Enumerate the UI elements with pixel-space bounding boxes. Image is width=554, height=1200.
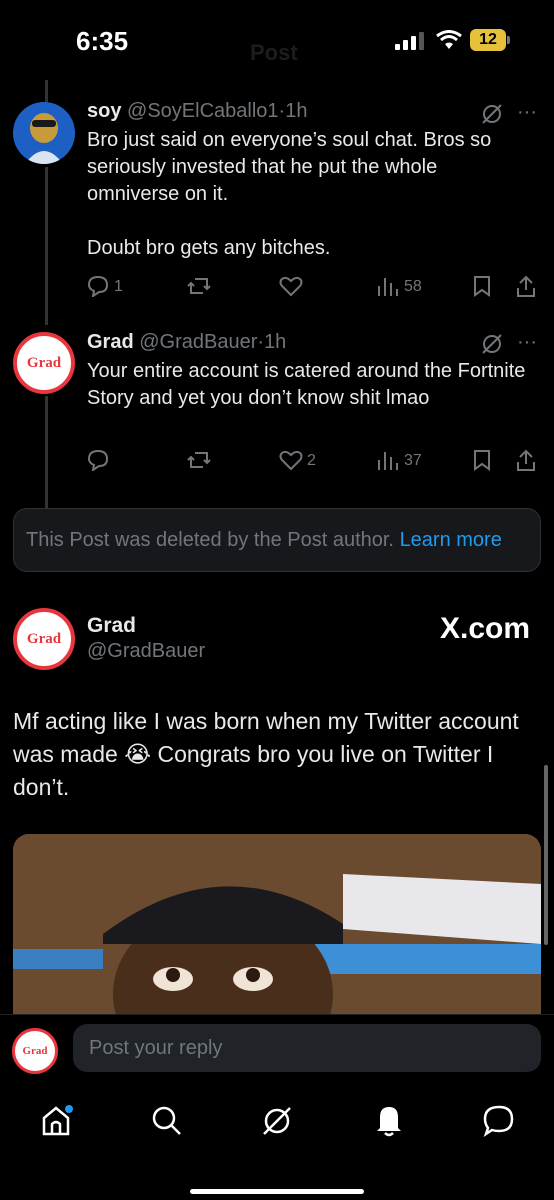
author-name[interactable]: Grad: [87, 331, 134, 353]
author-name[interactable]: soy: [87, 100, 121, 122]
tweet-text: Bro just said on everyone’s soul chat. B…: [87, 129, 492, 259]
x-com-brand: X.com: [439, 612, 530, 645]
reply-input[interactable]: Post your reply: [73, 1024, 541, 1072]
thread-line: [45, 80, 48, 102]
views-icon[interactable]: [377, 449, 399, 471]
tweet-reply-grad[interactable]: Grad Grad @GradBauer·1h ··· Your entire …: [0, 330, 554, 490]
repost-icon[interactable]: [187, 449, 211, 471]
tweet-text: Your entire account is catered around th…: [87, 360, 526, 409]
views-count: 37: [404, 452, 422, 469]
thread-line: [45, 167, 48, 325]
author-handle[interactable]: @SoyElCaballo1: [127, 100, 279, 122]
more-options-icon[interactable]: ···: [515, 330, 539, 354]
faded-header-title: Post: [250, 40, 298, 65]
avatar-logo-text: Grad: [26, 354, 62, 371]
wifi-icon: [436, 30, 462, 49]
share-icon[interactable]: [515, 274, 537, 298]
share-icon[interactable]: [515, 448, 537, 472]
quote-author-name[interactable]: Grad: [87, 614, 136, 638]
grok-icon[interactable]: [481, 103, 503, 125]
avatar[interactable]: [13, 102, 75, 164]
grok-icon[interactable]: [260, 1104, 294, 1138]
like-icon[interactable]: [279, 275, 303, 297]
home-icon[interactable]: [40, 1104, 74, 1138]
thread-line: [45, 396, 48, 508]
quote-author-handle[interactable]: @GradBauer: [87, 640, 205, 663]
signal-icon: [395, 32, 424, 50]
avatar-logo-text: Grad: [22, 1045, 48, 1057]
deleted-post-notice: This Post was deleted by the Post author…: [13, 508, 541, 572]
bookmark-icon[interactable]: [472, 449, 492, 471]
tweet-reply-soy[interactable]: soy @SoyElCaballo1·1h ··· Bro just said …: [0, 100, 554, 310]
more-options-icon[interactable]: ···: [515, 100, 539, 124]
home-indicator: [190, 1189, 364, 1194]
notifications-bell-icon[interactable]: [372, 1102, 406, 1138]
deleted-notice-text: This Post was deleted by the Post author…: [26, 529, 394, 551]
post-time: 1h: [285, 100, 308, 122]
post-media-image[interactable]: [13, 834, 541, 1014]
author-handle[interactable]: @GradBauer: [139, 331, 257, 353]
action-bar: 1 58: [87, 273, 547, 303]
battery-indicator: 12: [470, 29, 506, 51]
media-photo: [13, 834, 541, 1014]
grok-icon[interactable]: [481, 333, 503, 355]
reply-count: 1: [114, 278, 123, 295]
battery-tip: [507, 36, 510, 44]
quote-avatar[interactable]: Grad: [13, 608, 75, 670]
views-count: 58: [404, 278, 422, 295]
reply-icon[interactable]: [87, 275, 109, 297]
avatar-logo-text: Grad: [26, 630, 62, 647]
scrollbar[interactable]: [544, 765, 548, 945]
avatar[interactable]: Grad: [13, 332, 75, 394]
bookmark-icon[interactable]: [472, 275, 492, 297]
avatar-image: [13, 102, 75, 164]
views-icon[interactable]: [377, 275, 399, 297]
reply-icon[interactable]: [87, 449, 109, 471]
post-time: 1h: [264, 331, 287, 353]
search-icon[interactable]: [150, 1104, 184, 1138]
composer-avatar[interactable]: Grad: [12, 1028, 58, 1074]
like-count: 2: [307, 452, 316, 469]
messages-icon[interactable]: [482, 1104, 516, 1138]
quote-text: Mf acting like I was born when my Twitte…: [13, 708, 519, 800]
status-time: 6:35: [76, 26, 129, 56]
bottom-tab-bar: [0, 1086, 554, 1200]
learn-more-link[interactable]: Learn more: [400, 529, 502, 551]
like-icon[interactable]: [279, 449, 303, 471]
repost-icon[interactable]: [187, 275, 211, 297]
status-bar: 6:35 Post 12: [0, 0, 554, 80]
action-bar: 2 37: [87, 447, 547, 477]
